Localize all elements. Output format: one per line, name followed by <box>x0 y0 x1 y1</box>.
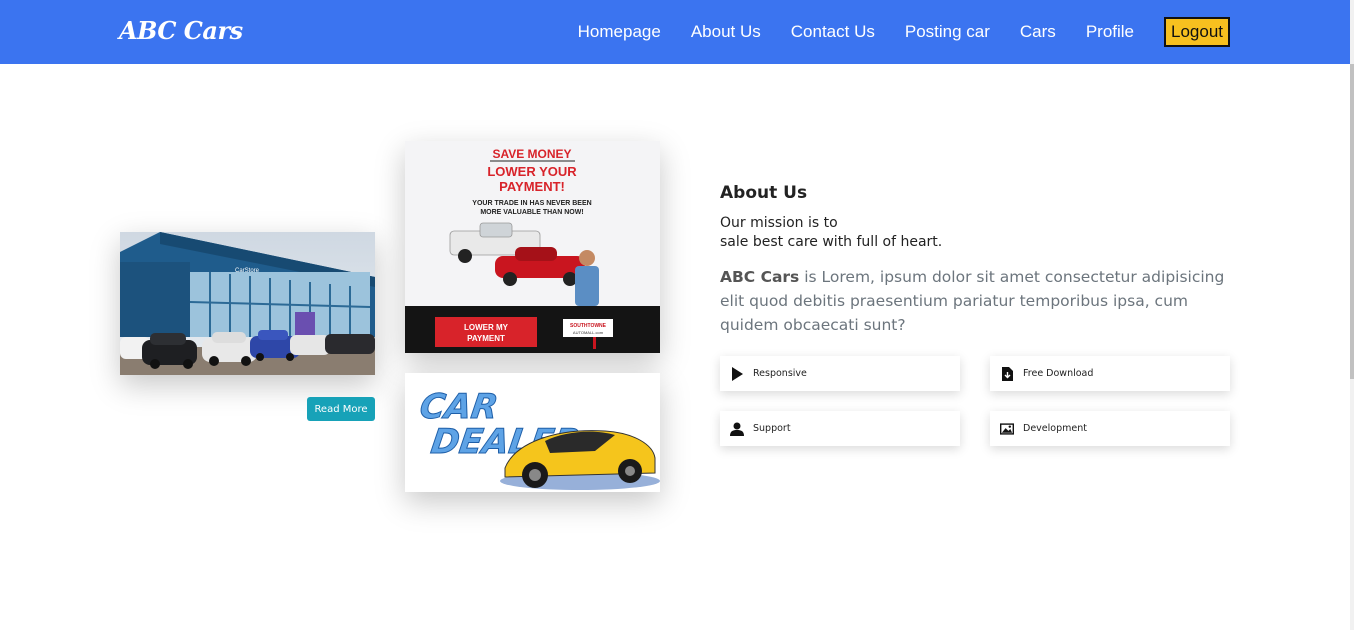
navbar: ABC Cars Homepage About Us Contact Us Po… <box>0 0 1350 64</box>
nav-link-homepage[interactable]: Homepage <box>578 22 661 42</box>
ad-headline-2: LOWER YOUR <box>487 164 577 179</box>
brand-logo[interactable]: ABC Cars <box>119 16 243 45</box>
feature-support[interactable]: Support <box>720 411 960 446</box>
about-title: About Us <box>720 183 808 203</box>
page-scrollbar[interactable] <box>1350 0 1354 630</box>
dealer-word-1: CAR <box>417 387 500 427</box>
mission-text: Our mission is to sale best care with fu… <box>720 214 942 252</box>
ad-button-line-1: LOWER MY <box>464 323 509 332</box>
logout-button[interactable]: Logout <box>1164 17 1230 47</box>
feature-label: Support <box>753 423 791 434</box>
page: ABC Cars Homepage About Us Contact Us Po… <box>0 0 1354 630</box>
feature-development[interactable]: Development <box>990 411 1230 446</box>
feature-label: Development <box>1023 423 1087 434</box>
mission-line-1: Our mission is to <box>720 215 838 231</box>
user-icon <box>730 422 744 436</box>
about-brand: ABC Cars <box>720 268 800 286</box>
play-icon <box>730 366 744 381</box>
ad-dealer-site: AUTOMALL.com <box>573 330 604 335</box>
ad-headline-3: PAYMENT! <box>499 179 565 194</box>
nav-link-profile[interactable]: Profile <box>1086 22 1134 42</box>
ad-button-line-2: PAYMENT <box>467 334 505 343</box>
save-money-ad-image: SAVE MONEY LOWER YOUR PAYMENT! YOUR TRAD… <box>405 141 660 353</box>
read-more-button[interactable]: Read More <box>307 397 375 421</box>
ad-dealer-name: SOUTHTOWNE <box>570 323 607 329</box>
nav-link-about-us[interactable]: About Us <box>691 22 761 42</box>
about-description: ABC Cars is Lorem, ipsum dolor sit amet … <box>720 265 1230 337</box>
ad-headline-1: SAVE MONEY <box>492 147 571 161</box>
feature-label: Responsive <box>753 368 807 379</box>
ad-illustration: SAVE MONEY LOWER YOUR PAYMENT! YOUR TRAD… <box>405 141 660 353</box>
ad-tagline-2: MORE VALUABLE THAN NOW! <box>480 209 583 216</box>
car-store-illustration: CarStore <box>120 232 375 375</box>
file-download-icon <box>1000 366 1014 381</box>
feature-free-download[interactable]: Free Download <box>990 356 1230 391</box>
car-store-image: CarStore <box>120 232 375 375</box>
mission-line-2: sale best care with full of heart. <box>720 234 943 250</box>
nav-link-contact-us[interactable]: Contact Us <box>791 22 875 42</box>
feature-label: Free Download <box>1023 368 1094 379</box>
nav-link-cars[interactable]: Cars <box>1020 22 1056 42</box>
car-dealer-illustration: CAR DEALER <box>405 373 660 492</box>
store-sign: CarStore <box>235 268 260 274</box>
ad-tagline-1: YOUR TRADE IN HAS NEVER BEEN <box>472 200 591 207</box>
image-icon <box>1000 422 1014 436</box>
feature-responsive[interactable]: Responsive <box>720 356 960 391</box>
car-dealer-image: CAR DEALER <box>405 373 660 492</box>
scrollbar-thumb[interactable] <box>1350 64 1354 379</box>
nav-links: Homepage About Us Contact Us Posting car… <box>548 0 1230 64</box>
nav-link-posting-car[interactable]: Posting car <box>905 22 990 42</box>
